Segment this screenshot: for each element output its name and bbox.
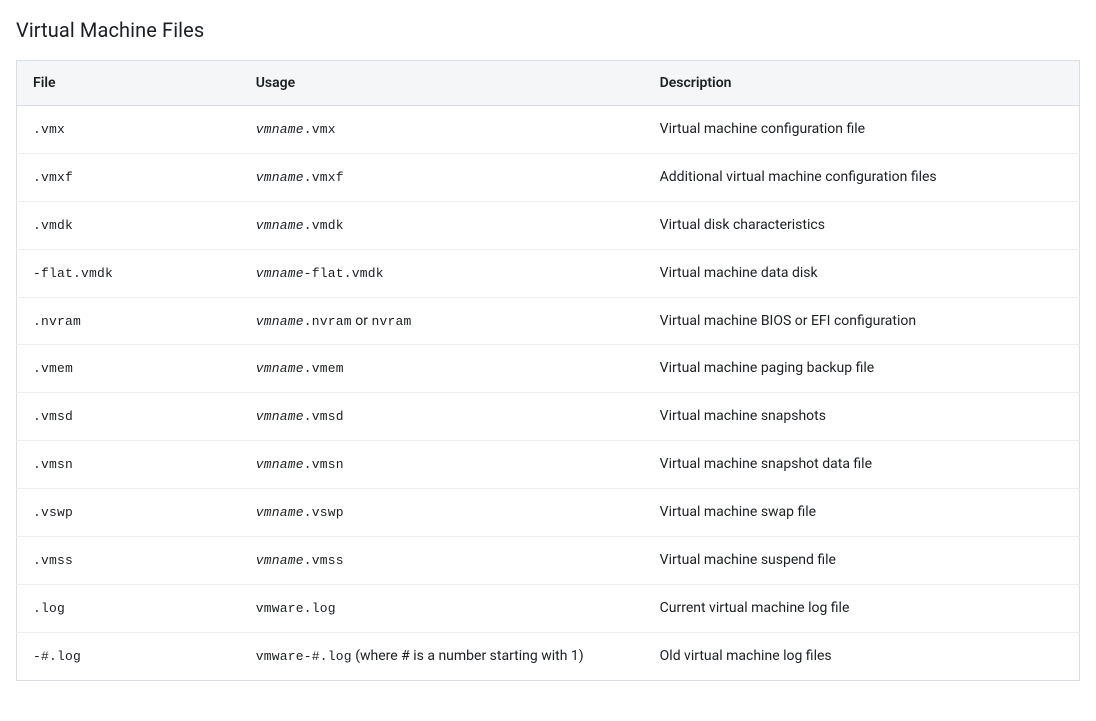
usage-code: .vmsn [304, 457, 344, 472]
usage-vmname: vmname [256, 505, 304, 520]
usage-code: .nvram [304, 314, 352, 329]
table-row: .log vmware.log Current virtual machine lo… [17, 584, 1080, 632]
file-extension: -flat.vmdk [33, 266, 113, 281]
table-row: -flat.vmdkvmname-flat.vmdkVirtual machin… [17, 249, 1080, 297]
usage-code: .vmem [304, 361, 344, 376]
file-extension: .vmss [33, 553, 73, 568]
usage-vmname: vmname [256, 457, 304, 472]
cell-file: .vswp [17, 489, 240, 537]
table-row: .vmxvmname.vmxVirtual machine configurat… [17, 106, 1080, 154]
usage-vmname: vmname [256, 553, 304, 568]
cell-description: Virtual machine swap file [644, 489, 1080, 537]
cell-file: .nvram [17, 297, 240, 345]
table-row: .vmsnvmname.vmsnVirtual machine snapshot… [17, 441, 1080, 489]
table-row: .nvramvmname.nvram or nvramVirtual machi… [17, 297, 1080, 345]
usage-vmname: vmname [256, 218, 304, 233]
cell-file: .vmsd [17, 393, 240, 441]
usage-code: .vmsd [304, 409, 344, 424]
file-extension: .vswp [33, 505, 73, 520]
cell-usage: vmname.vmx [240, 106, 644, 154]
file-extension: .vmdk [33, 218, 73, 233]
cell-file: .vmsn [17, 441, 240, 489]
cell-file: -#.log [17, 632, 240, 680]
usage-text: (where # is a number starting with 1) [352, 648, 584, 664]
cell-description: Virtual machine snapshot data file [644, 441, 1080, 489]
table-row: .vmsdvmname.vmsdVirtual machine snapshot… [17, 393, 1080, 441]
cell-file: .vmx [17, 106, 240, 154]
col-header-file: File [17, 61, 240, 106]
table-row: .vmemvmname.vmemVirtual machine paging b… [17, 345, 1080, 393]
cell-description: Additional virtual machine configuration… [644, 153, 1080, 201]
usage-vmname: vmname [256, 122, 304, 137]
cell-description: Virtual machine BIOS or EFI configuratio… [644, 297, 1080, 345]
cell-description: Virtual machine snapshots [644, 393, 1080, 441]
cell-description: Old virtual machine log files [644, 632, 1080, 680]
cell-description: Virtual machine configuration file [644, 106, 1080, 154]
usage-code: .vmdk [304, 218, 344, 233]
cell-description: Virtual machine data disk [644, 249, 1080, 297]
usage-code: .vmss [304, 553, 344, 568]
file-extension: .nvram [33, 314, 81, 329]
cell-file: .log [17, 584, 240, 632]
cell-usage: vmname-flat.vmdk [240, 249, 644, 297]
cell-usage: vmname.nvram or nvram [240, 297, 644, 345]
col-header-description: Description [644, 61, 1080, 106]
usage-code: vmware-#.log [256, 649, 352, 664]
file-extension: .vmsn [33, 457, 73, 472]
usage-vmname: vmname [256, 314, 304, 329]
cell-description: Virtual disk characteristics [644, 201, 1080, 249]
table-row: .vmssvmname.vmssVirtual machine suspend … [17, 537, 1080, 585]
usage-text: or [352, 313, 372, 329]
vm-files-table: File Usage Description .vmxvmname.vmxVir… [16, 60, 1080, 681]
cell-usage: vmname.vmxf [240, 153, 644, 201]
usage-code: .vswp [304, 505, 344, 520]
table-header-row: File Usage Description [17, 61, 1080, 106]
file-extension: .vmem [33, 361, 73, 376]
cell-file: .vmss [17, 537, 240, 585]
cell-usage: vmname.vmsn [240, 441, 644, 489]
file-extension: .vmsd [33, 409, 73, 424]
usage-vmname: vmname [256, 361, 304, 376]
cell-usage: vmname.vmss [240, 537, 644, 585]
cell-description: Virtual machine paging backup file [644, 345, 1080, 393]
cell-file: .vmdk [17, 201, 240, 249]
usage-code: nvram [371, 314, 411, 329]
cell-usage: vmname.vmdk [240, 201, 644, 249]
cell-file: -flat.vmdk [17, 249, 240, 297]
cell-usage: vmname.vmem [240, 345, 644, 393]
table-row: .vmxfvmname.vmxfAdditional virtual machi… [17, 153, 1080, 201]
usage-vmname: vmname [256, 170, 304, 185]
usage-code: .vmx [304, 122, 336, 137]
usage-vmname: vmname [256, 266, 304, 281]
usage-code: .vmxf [304, 170, 344, 185]
cell-usage: vmname.vmsd [240, 393, 644, 441]
cell-description: Virtual machine suspend file [644, 537, 1080, 585]
usage-vmname: vmname [256, 409, 304, 424]
table-row: .vmdkvmname.vmdkVirtual disk characteris… [17, 201, 1080, 249]
file-extension: .vmxf [33, 170, 73, 185]
cell-description: Current virtual machine log file [644, 584, 1080, 632]
usage-code: vmware.log [256, 601, 336, 616]
file-extension: .log [33, 601, 65, 616]
page-title: Virtual Machine Files [16, 18, 1080, 42]
cell-file: .vmem [17, 345, 240, 393]
table-row: .vswpvmname.vswpVirtual machine swap fil… [17, 489, 1080, 537]
cell-file: .vmxf [17, 153, 240, 201]
cell-usage: vmname.vswp [240, 489, 644, 537]
table-row: -#.log vmware-#.log (where # is a number … [17, 632, 1080, 680]
file-extension: -#.log [33, 649, 81, 664]
col-header-usage: Usage [240, 61, 644, 106]
cell-usage: vmware-#.log (where # is a number starti… [240, 632, 644, 680]
cell-usage: vmware.log [240, 584, 644, 632]
file-extension: .vmx [33, 122, 65, 137]
usage-code: -flat.vmdk [304, 266, 384, 281]
